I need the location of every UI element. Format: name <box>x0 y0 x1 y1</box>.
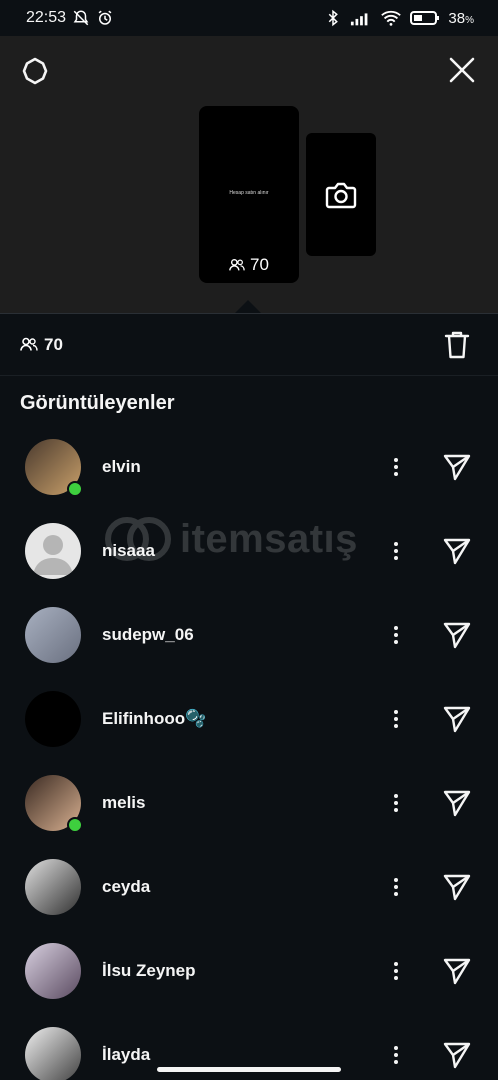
avatar-image <box>25 943 81 999</box>
battery-level: 38% <box>448 9 474 27</box>
more-options-icon[interactable] <box>386 539 406 563</box>
viewers-section-title: Görüntüleyenler <box>20 392 175 414</box>
viewer-username[interactable]: İlayda <box>102 1045 150 1065</box>
avatar[interactable] <box>25 439 83 497</box>
avatar[interactable] <box>25 775 83 833</box>
viewer-row[interactable]: elvin <box>0 425 498 509</box>
send-message-icon[interactable] <box>442 620 472 650</box>
viewer-username[interactable]: ceyda <box>102 877 150 897</box>
viewer-username[interactable]: elvin <box>102 457 141 477</box>
online-status-dot <box>67 481 83 497</box>
avatar-image <box>25 859 81 915</box>
viewer-row[interactable]: Elifinhooo🫧 <box>0 677 498 761</box>
viewer-row[interactable]: sudepw_06 <box>0 593 498 677</box>
add-story-camera-button[interactable] <box>306 133 376 256</box>
bluetooth-icon <box>329 9 339 27</box>
viewer-list: elvin nisaaa sudepw_06 Elifinhooo🫧 melis… <box>0 425 498 1080</box>
more-options-icon[interactable] <box>386 1043 406 1067</box>
battery-icon <box>410 11 440 25</box>
viewer-count-row: 70 <box>0 314 498 376</box>
send-message-icon[interactable] <box>442 536 472 566</box>
avatar-image <box>25 523 81 579</box>
avatar-image <box>25 1027 81 1080</box>
more-options-icon[interactable] <box>386 875 406 899</box>
send-message-icon[interactable] <box>442 956 472 986</box>
avatar-image <box>25 607 81 663</box>
status-bar: 22:53 38% <box>0 0 498 36</box>
trash-icon[interactable] <box>444 330 470 360</box>
alarm-icon <box>98 10 112 25</box>
viewer-username[interactable]: melis <box>102 793 145 813</box>
status-time: 22:53 <box>26 9 67 26</box>
avatar[interactable] <box>25 943 81 999</box>
avatar[interactable] <box>25 523 81 579</box>
more-options-icon[interactable] <box>386 959 406 983</box>
more-options-icon[interactable] <box>386 623 406 647</box>
more-options-icon[interactable] <box>386 791 406 815</box>
home-indicator[interactable] <box>157 1067 341 1072</box>
online-status-dot <box>67 817 83 833</box>
send-message-icon[interactable] <box>442 452 472 482</box>
mute-bell-icon <box>73 10 89 26</box>
viewer-username[interactable]: İlsu Zeynep <box>102 961 196 981</box>
viewers-icon <box>229 258 245 271</box>
send-message-icon[interactable] <box>442 704 472 734</box>
more-options-icon[interactable] <box>386 707 406 731</box>
avatar[interactable] <box>25 1027 81 1080</box>
viewer-row[interactable]: İlsu Zeynep <box>0 929 498 1013</box>
viewers-icon <box>20 337 38 351</box>
viewer-row[interactable]: ceyda <box>0 845 498 929</box>
send-message-icon[interactable] <box>442 1040 472 1070</box>
viewer-row[interactable]: nisaaa <box>0 509 498 593</box>
close-icon[interactable] <box>448 56 476 84</box>
signal-icon <box>351 13 368 26</box>
avatar[interactable] <box>25 607 81 663</box>
selected-story-pointer <box>234 300 262 314</box>
send-message-icon[interactable] <box>442 788 472 818</box>
story-header: Hesap satın alınır 70 <box>0 36 498 314</box>
story-thumbnail[interactable]: Hesap satın alınır 70 <box>199 106 299 283</box>
viewer-username[interactable]: sudepw_06 <box>102 625 194 645</box>
viewer-row[interactable]: melis <box>0 761 498 845</box>
story-preview-text: Hesap satın alınır <box>229 190 269 196</box>
viewer-username[interactable]: nisaaa <box>102 541 155 561</box>
viewer-count: 70 <box>44 334 63 354</box>
story-view-count: 70 <box>199 255 299 275</box>
viewer-username[interactable]: Elifinhooo🫧 <box>102 709 206 729</box>
send-message-icon[interactable] <box>442 872 472 902</box>
avatar[interactable] <box>25 691 81 747</box>
wifi-icon <box>381 10 402 26</box>
settings-gear-icon[interactable] <box>20 56 50 86</box>
camera-icon <box>325 182 357 208</box>
avatar-image <box>25 691 81 747</box>
more-options-icon[interactable] <box>386 455 406 479</box>
avatar[interactable] <box>25 859 81 915</box>
